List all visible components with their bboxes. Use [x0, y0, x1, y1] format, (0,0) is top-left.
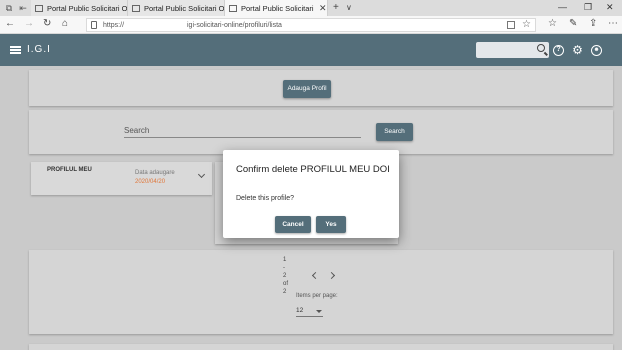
pagination-card [29, 250, 613, 334]
dialog-title: Confirm delete PROFILUL MEU DOI [236, 164, 390, 175]
dropdown-caret-icon [316, 310, 322, 313]
account-icon[interactable]: ☻ [591, 45, 602, 56]
close-window-icon[interactable]: ✕ [606, 2, 614, 13]
url-protocol: https:// [103, 22, 125, 29]
search-input-label: Search [124, 126, 150, 135]
app-title: I.G.I [27, 44, 51, 55]
maximize-icon[interactable]: ❐ [584, 2, 592, 13]
search-input[interactable] [124, 137, 361, 138]
date-added-label: Data adaugare [135, 170, 175, 176]
add-profile-button[interactable]: Adauga Profil [283, 80, 331, 98]
url-field[interactable]: https:// igi-solicitari-online/profiluri… [86, 18, 536, 32]
chevron-down-icon[interactable] [197, 170, 206, 179]
help-icon[interactable]: ? [553, 45, 564, 56]
tab-list-chevron-down-icon[interactable]: ∨ [346, 3, 352, 12]
search-icon[interactable] [537, 44, 545, 52]
share-icon[interactable]: ⇪ [589, 18, 597, 29]
browser-tab-1[interactable]: Portal Public Solicitari Onlin [31, 0, 128, 16]
pen-icon[interactable]: ✎ [569, 18, 577, 29]
browser-address-bar: ← → ↻ ⌂ https:// igi-solicitari-online/p… [0, 16, 622, 34]
refresh-icon[interactable]: ↻ [43, 18, 51, 29]
cancel-button[interactable]: Cancel [275, 216, 311, 233]
range-of: of [283, 281, 289, 287]
items-per-page-select[interactable]: 12 [296, 307, 323, 317]
range-dash: - [283, 265, 285, 271]
browser-tab-3-active[interactable]: Portal Public Solicitari C ✕ [225, 0, 328, 16]
close-tab-icon[interactable]: ✕ [319, 3, 327, 14]
profile-name: PROFILUL MEU [47, 167, 92, 173]
tab-title: Portal Public Solicitari C [241, 3, 315, 13]
minimize-icon[interactable]: — [558, 2, 567, 12]
range-label: 1 - 2 of 2 [283, 256, 288, 296]
app-header: I.G.I ? ⚙ ☻ [0, 34, 622, 66]
dialog-message: Delete this profile? [236, 195, 294, 202]
footer-card [29, 344, 613, 350]
tab-title: Portal Public Solicitari Onlin [144, 3, 224, 13]
tab-title: Portal Public Solicitari Onlin [47, 3, 127, 13]
confirm-yes-button[interactable]: Yes [316, 216, 346, 233]
range-total: 2 [283, 289, 287, 295]
home-icon[interactable]: ⌂ [62, 18, 68, 29]
set-aside-tabs-icon[interactable]: ⇤ [17, 2, 29, 14]
reading-view-icon[interactable] [507, 21, 515, 29]
page-favicon-icon [229, 4, 237, 12]
hamburger-menu-icon[interactable] [10, 46, 21, 54]
page-favicon-icon [35, 4, 43, 12]
search-card: Search Search [29, 110, 613, 154]
confirm-delete-dialog: Confirm delete PROFILUL MEU DOI Delete t… [223, 150, 399, 238]
more-menu-icon[interactable]: ⋯ [608, 18, 618, 29]
url-path: igi-solicitari-online/profiluri/lista [187, 22, 282, 29]
items-per-page-label: Items per page: [296, 293, 338, 299]
favorite-star-icon[interactable]: ☆ [522, 19, 531, 30]
header-search-input[interactable] [476, 42, 549, 58]
page-favicon-icon [132, 4, 140, 12]
gear-icon[interactable]: ⚙ [572, 44, 583, 56]
browser-tab-strip: ⧉ ⇤ Portal Public Solicitari Onlin Porta… [0, 0, 622, 16]
browser-tab-2[interactable]: Portal Public Solicitari Onlin [128, 0, 225, 16]
search-button[interactable]: Search [376, 123, 413, 141]
new-tab-icon[interactable]: + [333, 2, 339, 13]
profile-card[interactable]: PROFILUL MEU Data adaugare 2020/04/20 [31, 162, 212, 195]
lock-icon [91, 21, 97, 29]
tab-actions-icon[interactable]: ⧉ [3, 2, 15, 14]
forward-arrow-icon[interactable]: → [24, 18, 34, 29]
items-per-page-value: 12 [296, 307, 304, 314]
date-added-value: 2020/04/20 [135, 179, 166, 185]
range-end: 2 [283, 273, 287, 279]
favorites-icon[interactable]: ☆ [548, 18, 557, 29]
range-start: 1 [283, 257, 287, 263]
add-profile-card: Adauga Profil [29, 70, 613, 106]
back-arrow-icon[interactable]: ← [5, 18, 15, 29]
